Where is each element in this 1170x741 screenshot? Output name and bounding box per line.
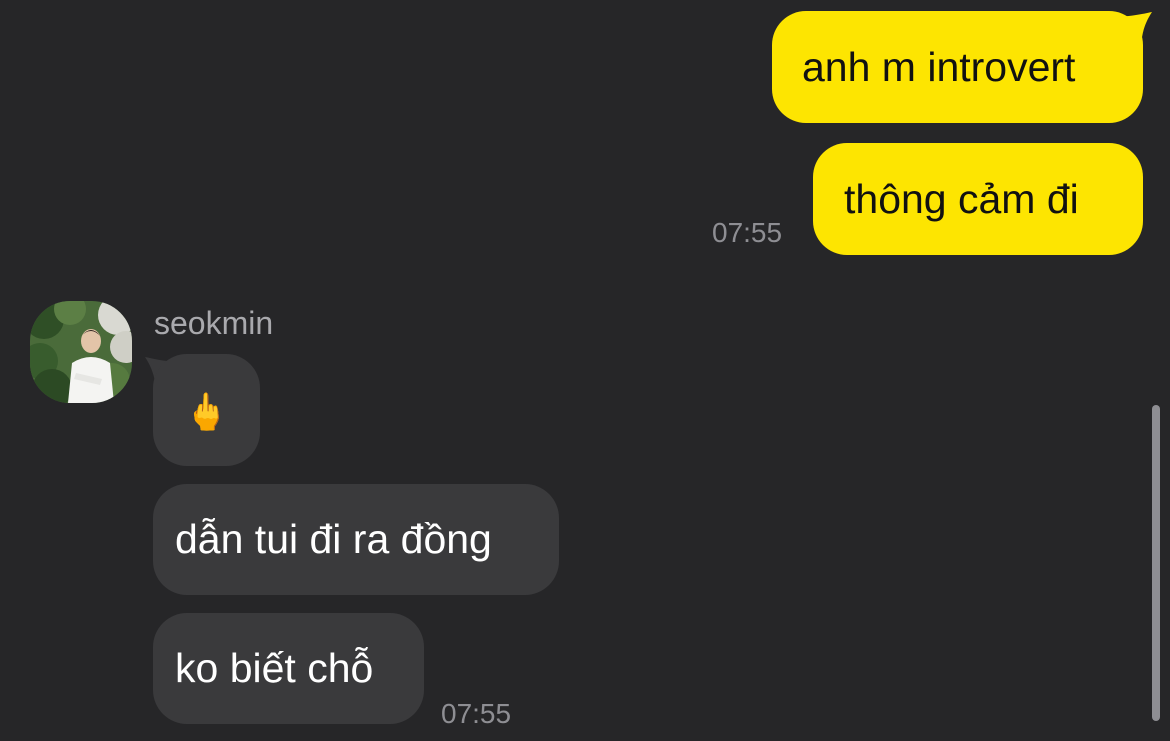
sent-message-2-text: thông cảm đi — [844, 175, 1079, 222]
received-message-3[interactable]: ko biết chỗ — [153, 613, 424, 724]
sender-avatar[interactable] — [30, 301, 132, 403]
received-message-1[interactable]: 🖕 — [153, 354, 260, 466]
chat-view: anh m introvert thông cảm đi 07:55 seokm… — [0, 0, 1170, 741]
scrollbar[interactable] — [1152, 405, 1160, 721]
avatar-photo-icon — [30, 301, 132, 403]
received-message-3-text: ko biết chỗ — [175, 645, 374, 691]
sender-name: seokmin — [154, 305, 274, 341]
received-timestamp: 07:55 — [441, 698, 512, 729]
sent-message-1-text: anh m introvert — [802, 43, 1076, 90]
sent-message-1[interactable]: anh m introvert — [772, 11, 1143, 123]
middle-finger-emoji-icon: 🖕 — [184, 392, 229, 433]
sent-timestamp: 07:55 — [712, 217, 783, 248]
received-message-2-text: dẫn tui đi ra đồng — [175, 516, 492, 562]
sent-message-2[interactable]: thông cảm đi — [813, 143, 1143, 255]
received-message-2[interactable]: dẫn tui đi ra đồng — [153, 484, 559, 595]
